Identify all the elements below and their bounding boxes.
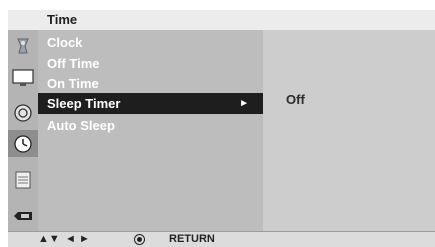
menu-item-label: On Time xyxy=(47,76,99,91)
menu-item-sleep-timer[interactable]: Sleep Timer ► xyxy=(38,93,263,114)
clock-icon[interactable] xyxy=(8,130,38,157)
menu-item-on-time[interactable]: On Time xyxy=(38,73,263,94)
settings-icon[interactable] xyxy=(8,166,38,193)
leftright-arrows-icon: ◄ ► xyxy=(65,233,90,245)
menu-item-label: Auto Sleep xyxy=(47,118,115,133)
menu-item-label: Off Time xyxy=(47,56,100,71)
menu-item-clock[interactable]: Clock xyxy=(38,32,263,53)
menu-item-auto-sleep[interactable]: Auto Sleep xyxy=(38,115,263,136)
tv-icon[interactable] xyxy=(8,64,38,91)
menu-list: Clock Off Time On Time Sleep Timer ► Aut… xyxy=(38,30,263,231)
category-icon-column xyxy=(8,30,38,231)
menu-item-label: Sleep Timer xyxy=(47,96,121,111)
picture-icon[interactable] xyxy=(8,32,38,59)
sleep-timer-value[interactable]: Off xyxy=(286,92,305,107)
menu-title: Time xyxy=(8,10,435,30)
arrow-right-icon: ► xyxy=(239,98,249,109)
menu-item-off-time[interactable]: Off Time xyxy=(38,53,263,74)
updown-arrows-icon: ▲▼ xyxy=(38,233,60,245)
input-icon[interactable] xyxy=(8,202,38,229)
return-label: RETURN xyxy=(169,233,215,245)
menu-item-label: Clock xyxy=(47,35,83,50)
audio-icon[interactable] xyxy=(8,99,38,126)
osd-menu: Time Clock Off Time On Time Sleep Timer … xyxy=(0,0,435,247)
submenu-panel: Off xyxy=(263,30,435,231)
footer-hints: ▲▼ ◄ ► RETURN xyxy=(8,232,435,247)
ok-button-icon xyxy=(134,234,145,245)
